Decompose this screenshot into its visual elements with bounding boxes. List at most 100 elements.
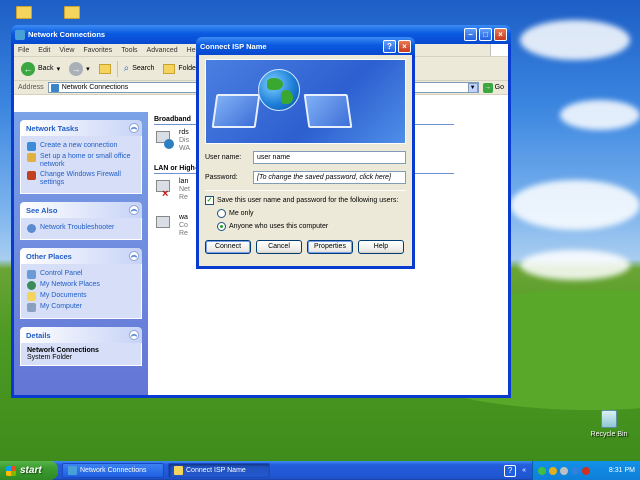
link-text: Change Windows Firewall settings — [40, 171, 121, 186]
connection-tray-icon[interactable] — [571, 466, 579, 475]
cloud — [560, 100, 640, 130]
laptop-icon — [211, 94, 261, 128]
password-input[interactable]: [To change the saved password, click her… — [253, 170, 406, 184]
create-new-connection-link[interactable]: Create a new connection — [27, 142, 135, 151]
details-header[interactable]: Details ︽ — [20, 327, 142, 343]
up-folder-button[interactable] — [96, 63, 114, 74]
collapse-icon[interactable]: ︽ — [129, 330, 139, 340]
menu-favorites[interactable]: Favorites — [83, 47, 112, 54]
save-credentials-checkbox[interactable]: ✓ Save this user name and password for t… — [205, 196, 406, 205]
task-connect-isp[interactable]: Connect ISP Name — [168, 463, 270, 478]
explorer-title: Network Connections — [28, 30, 106, 39]
menu-edit[interactable]: Edit — [38, 47, 50, 54]
radio-me-only-label: Me only — [229, 210, 254, 217]
control-panel-icon — [27, 270, 36, 279]
chevron-down-icon[interactable]: ▾ — [86, 65, 90, 73]
radio-anyone[interactable]: Anyone who uses this computer — [217, 222, 406, 231]
connect-button[interactable]: Connect — [205, 240, 251, 254]
folders-button[interactable]: Folde — [160, 63, 199, 74]
cloud — [520, 20, 630, 60]
dialog-controls: ? × — [383, 39, 411, 53]
back-label: Back — [38, 65, 54, 72]
collapse-icon[interactable]: ︽ — [129, 123, 139, 133]
menu-file[interactable]: File — [18, 47, 29, 54]
save-credentials-label: Save this user name and password for the… — [217, 197, 399, 204]
checkbox-checked-icon[interactable]: ✓ — [205, 196, 214, 205]
my-network-places-link[interactable]: My Network Places — [27, 281, 135, 290]
back-button[interactable]: ← Back ▾ — [18, 61, 63, 76]
properties-button[interactable]: Properties — [307, 240, 353, 254]
close-icon[interactable]: × — [494, 28, 507, 41]
menu-advanced[interactable]: Advanced — [147, 47, 178, 54]
show-hidden-icons[interactable]: « — [522, 467, 526, 474]
link-text: Network Troubleshooter — [40, 224, 115, 231]
menu-view[interactable]: View — [59, 47, 74, 54]
recycle-bin[interactable]: Recycle Bin — [586, 410, 632, 438]
cancel-button[interactable]: Cancel — [256, 240, 302, 254]
minimize-icon[interactable]: – — [464, 28, 477, 41]
search-button[interactable]: ⌕ Search — [121, 63, 158, 74]
desktop-folder-icon[interactable] — [16, 6, 32, 19]
username-value: user name — [257, 153, 291, 161]
radio-me-only[interactable]: Me only — [217, 209, 406, 218]
collapse-icon[interactable]: ︽ — [129, 205, 139, 215]
info-icon — [27, 224, 36, 233]
network-tray-icon[interactable] — [538, 466, 546, 475]
volume-tray-icon[interactable] — [560, 466, 568, 475]
network-tasks-header[interactable]: Network Tasks ︽ — [20, 120, 142, 136]
help-icon[interactable]: ? — [504, 464, 517, 477]
start-button[interactable]: start — [0, 461, 58, 480]
forward-button[interactable]: → ▾ — [66, 61, 93, 76]
task-label: Connect ISP Name — [186, 467, 246, 474]
desktop-folder-icon[interactable] — [64, 6, 80, 19]
address-dropdown-icon[interactable]: ▼ — [467, 82, 478, 93]
recycle-bin-icon[interactable] — [601, 410, 617, 428]
link-text: Control Panel — [40, 270, 83, 277]
folders-icon — [163, 63, 176, 74]
maximize-icon[interactable]: □ — [479, 28, 492, 41]
menu-tools[interactable]: Tools — [121, 47, 137, 54]
help-icon[interactable]: ? — [383, 39, 396, 53]
network-connections-icon — [50, 83, 59, 92]
connection-status: Co — [179, 222, 188, 229]
up-folder-icon — [98, 63, 111, 74]
cloud — [510, 180, 640, 230]
my-documents-link[interactable]: My Documents — [27, 292, 135, 301]
other-places-header[interactable]: Other Places ︽ — [20, 248, 142, 264]
close-icon[interactable]: × — [398, 39, 411, 53]
my-computer-link[interactable]: My Computer — [27, 303, 135, 312]
documents-folder-icon — [27, 292, 36, 301]
other-places-body: Control Panel My Network Places My Docum… — [20, 264, 142, 319]
details-panel: Details ︽ Network Connections System Fol… — [20, 327, 142, 366]
broadband-connection-icon — [156, 129, 176, 149]
radio-selected-icon[interactable] — [217, 222, 226, 231]
details-title: Details — [26, 330, 51, 340]
go-button[interactable]: → Go — [482, 82, 508, 93]
network-troubleshooter-link[interactable]: Network Troubleshooter — [27, 224, 135, 233]
collapse-icon[interactable]: ︽ — [129, 251, 139, 261]
other-places-panel: Other Places ︽ Control Panel My Network … — [20, 248, 142, 319]
task-network-connections[interactable]: Network Connections — [62, 463, 164, 478]
dialog-titlebar[interactable]: Connect ISP Name ? × — [196, 37, 415, 55]
see-also-header[interactable]: See Also ︽ — [20, 202, 142, 218]
shield-tray-icon[interactable] — [582, 466, 590, 475]
setup-home-network-link[interactable]: Set up a home or small office network — [27, 153, 135, 169]
change-firewall-link[interactable]: Change Windows Firewall settings — [27, 171, 135, 187]
username-input[interactable]: user name — [253, 150, 406, 164]
dialog-buttons: Connect Cancel Properties Help — [205, 240, 406, 254]
other-places-title: Other Places — [26, 251, 72, 261]
control-panel-link[interactable]: Control Panel — [27, 270, 135, 279]
security-tray-icon[interactable] — [549, 466, 557, 475]
chevron-down-icon[interactable]: ▾ — [57, 65, 61, 73]
connect-dialog: Connect ISP Name ? × User name: user nam… — [196, 37, 415, 269]
connection-name: lan — [179, 178, 189, 185]
help-button[interactable]: Help — [358, 240, 404, 254]
details-body: Network Connections System Folder — [20, 343, 142, 366]
recycle-bin-label: Recycle Bin — [590, 431, 628, 438]
radio-unselected-icon[interactable] — [217, 209, 226, 218]
new-connection-icon — [27, 142, 36, 151]
window-controls: – □ × — [464, 28, 507, 41]
connection-device: WA — [179, 145, 191, 152]
forward-arrow-icon: → — [69, 61, 84, 76]
see-also-body: Network Troubleshooter — [20, 218, 142, 240]
